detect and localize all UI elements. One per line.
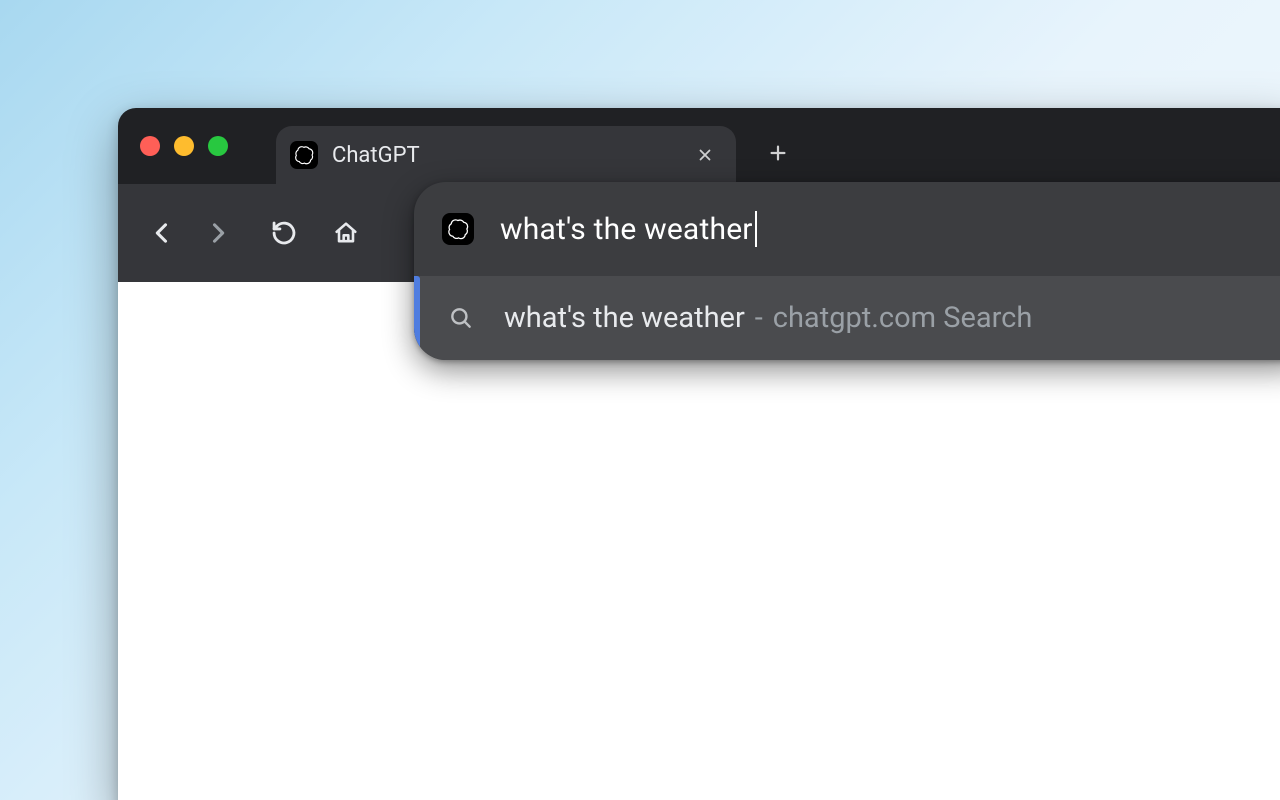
chatgpt-icon xyxy=(290,141,318,169)
address-bar[interactable]: what's the weather xyxy=(414,182,1280,276)
browser-tab[interactable]: ChatGPT xyxy=(276,126,736,184)
reload-button[interactable] xyxy=(258,207,310,259)
window-controls xyxy=(140,136,228,156)
suggestion-separator: - xyxy=(755,301,763,335)
forward-button[interactable] xyxy=(192,207,244,259)
chatgpt-icon xyxy=(442,213,474,245)
suggestion-source: chatgpt.com Search xyxy=(773,301,1033,335)
suggestion-query: what's the weather xyxy=(504,301,745,335)
text-caret xyxy=(755,211,757,247)
tab-title: ChatGPT xyxy=(332,143,678,168)
desktop-background: ChatGPT xyxy=(0,0,1280,800)
window-close-button[interactable] xyxy=(140,136,160,156)
home-button[interactable] xyxy=(320,207,372,259)
suggestion-text: what's the weather - chatgpt.com Search xyxy=(504,301,1032,335)
address-bar-value: what's the weather xyxy=(500,212,753,247)
omnibox-suggestion[interactable]: what's the weather - chatgpt.com Search xyxy=(414,276,1280,360)
address-bar-text[interactable]: what's the weather xyxy=(500,211,757,247)
close-tab-button[interactable] xyxy=(692,142,718,168)
window-maximize-button[interactable] xyxy=(208,136,228,156)
back-button[interactable] xyxy=(136,207,188,259)
window-minimize-button[interactable] xyxy=(174,136,194,156)
new-tab-button[interactable] xyxy=(758,133,798,173)
browser-window: ChatGPT xyxy=(118,108,1280,800)
search-icon xyxy=(448,305,474,331)
omnibox-dropdown: what's the weather what's the weather - … xyxy=(414,182,1280,360)
tab-strip: ChatGPT xyxy=(118,108,1280,184)
